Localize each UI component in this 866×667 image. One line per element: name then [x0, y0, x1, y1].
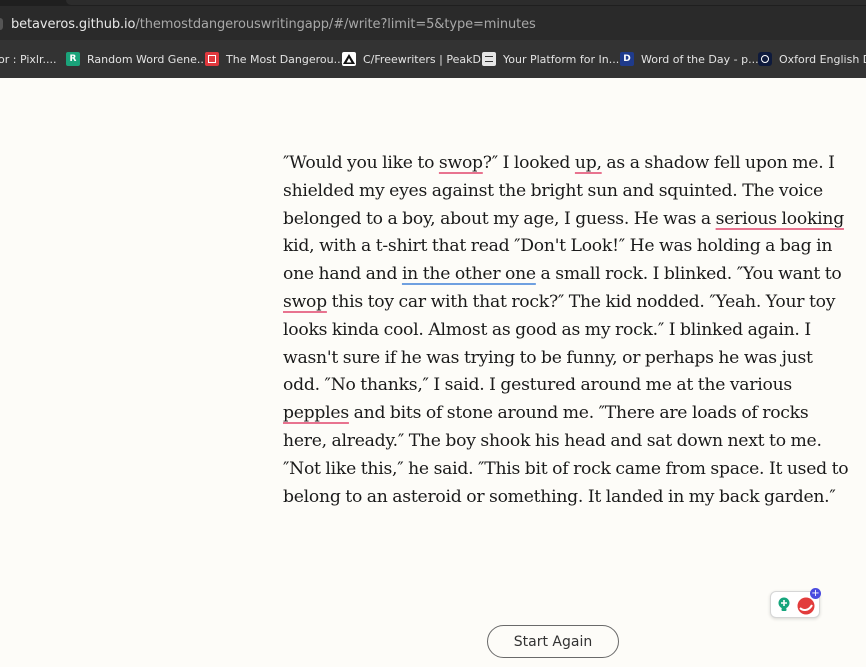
bookmark-label: Your Platform for In...	[503, 52, 620, 66]
story-text: wasn't sure if he was trying to be funny…	[283, 347, 813, 368]
bookmark-most-dangerous-writing-app[interactable]: The Most Dangerou...	[205, 51, 344, 67]
bookmark-label: C/Freewriters | PeakD	[363, 52, 481, 66]
story-line: ″Would you like to swop?″ I looked up, a…	[283, 150, 835, 178]
story-text: this toy car with that rock?″ The kid no…	[326, 291, 836, 312]
story-line: belong to an asteroid or something. It l…	[283, 484, 836, 512]
peakd-icon	[342, 52, 356, 66]
grammar-flag[interactable]: in the other one	[402, 264, 536, 284]
bookmark-word-of-the-day[interactable]: D Word of the Day - p...	[620, 51, 759, 67]
story-line: one hand and in the other one a small ro…	[283, 261, 842, 289]
bookmark-oxford-english-dictionary[interactable]: Oxford English Dic	[758, 51, 866, 67]
spelling-flag[interactable]: up,	[575, 153, 602, 173]
spelling-flag[interactable]: pepples	[283, 403, 349, 423]
active-tab-edge[interactable]	[66, 0, 866, 5]
story-line: belonged to a boy, about my age, I guess…	[283, 206, 844, 234]
story-text: looks kinda cool. Almost as good as my r…	[283, 319, 811, 340]
story-line: ″Not like this,″ he said. ″This bit of r…	[283, 456, 849, 484]
bookmarks-bar: or : Pixlr.... R Random Word Gene... The…	[0, 40, 866, 78]
story-text: ″Not like this,″ he said. ″This bit of r…	[283, 458, 849, 479]
spelling-flag[interactable]: serious looking	[716, 209, 845, 229]
story-line: here, already.″ The boy shook his head a…	[283, 428, 828, 456]
story-text: here, already.″ The boy shook his head a…	[283, 430, 822, 451]
start-again-button[interactable]: Start Again	[487, 625, 619, 658]
bookmark-label: Oxford English Dic	[779, 52, 866, 66]
platform-icon	[482, 52, 496, 66]
grammarly-badge: +	[810, 588, 821, 599]
random-word-icon: R	[66, 52, 80, 66]
bookmark-label: or : Pixlr....	[0, 52, 57, 66]
story-text: and bits of stone around me. ″There are …	[348, 403, 809, 424]
dictionary-icon: D	[620, 52, 634, 66]
spelling-flag[interactable]: swop	[439, 153, 483, 173]
spelling-flag[interactable]: swop	[283, 292, 327, 312]
story-line: odd. ″No thanks,″ I said. I gestured aro…	[283, 372, 828, 400]
bookmark-label: Random Word Gene...	[87, 52, 208, 66]
bookmark-your-platform[interactable]: Your Platform for In...	[482, 51, 619, 67]
story-line: pepples and bits of stone around me. ″Th…	[283, 400, 828, 428]
story-text: kid, with a t-shirt that read ″Don't Loo…	[283, 236, 833, 257]
grammarly-widget[interactable]: +	[770, 588, 821, 618]
story-text: ″Would you like to	[283, 153, 439, 173]
story-line: kid, with a t-shirt that read ″Don't Loo…	[283, 233, 832, 261]
dangerous-writing-icon	[205, 52, 219, 66]
bookmark-label: Word of the Day - p...	[641, 52, 759, 66]
story-text: belonged to a boy, about my age, I guess…	[283, 208, 716, 229]
story-line: wasn't sure if he was trying to be funny…	[283, 345, 828, 373]
bookmark-freewriters-peakd[interactable]: C/Freewriters | PeakD	[342, 51, 481, 67]
bookmark-random-word-generator[interactable]: R Random Word Gene...	[66, 51, 207, 67]
story-text: shielded my eyes against the bright sun …	[283, 180, 823, 201]
story-line: swop this toy car with that rock?″ The k…	[283, 289, 835, 317]
oed-icon	[758, 52, 772, 66]
story-text: belong to an asteroid or something. It l…	[283, 486, 836, 507]
story-line: looks kinda cool. Almost as good as my r…	[283, 317, 828, 345]
story-text: one hand and	[283, 264, 402, 285]
story-text: as a shadow fell upon me. I	[601, 153, 835, 173]
lightbulb-icon	[778, 597, 790, 611]
writing-area[interactable]: ″Would you like to swop?″ I looked up, a…	[283, 150, 849, 512]
url-path: /themostdangerouswritingapp/#/write?limi…	[135, 17, 536, 32]
bookmark-label: The Most Dangerou...	[226, 52, 345, 66]
story-text: a small rock. I blinked. ″You want to	[535, 264, 842, 285]
url-text[interactable]: betaveros.github.io/themostdangerouswrit…	[11, 17, 536, 32]
bookmark-pixlr[interactable]: or : Pixlr....	[0, 51, 56, 67]
story-text: odd. ″No thanks,″ I said. I gestured aro…	[283, 375, 792, 396]
url-host: betaveros.github.io	[11, 17, 136, 32]
story-text: ?″ I looked	[482, 153, 575, 173]
address-bar[interactable]: betaveros.github.io/themostdangerouswrit…	[0, 6, 866, 40]
story-line: shielded my eyes against the bright sun …	[283, 178, 828, 206]
address-bar-edge	[0, 18, 3, 30]
